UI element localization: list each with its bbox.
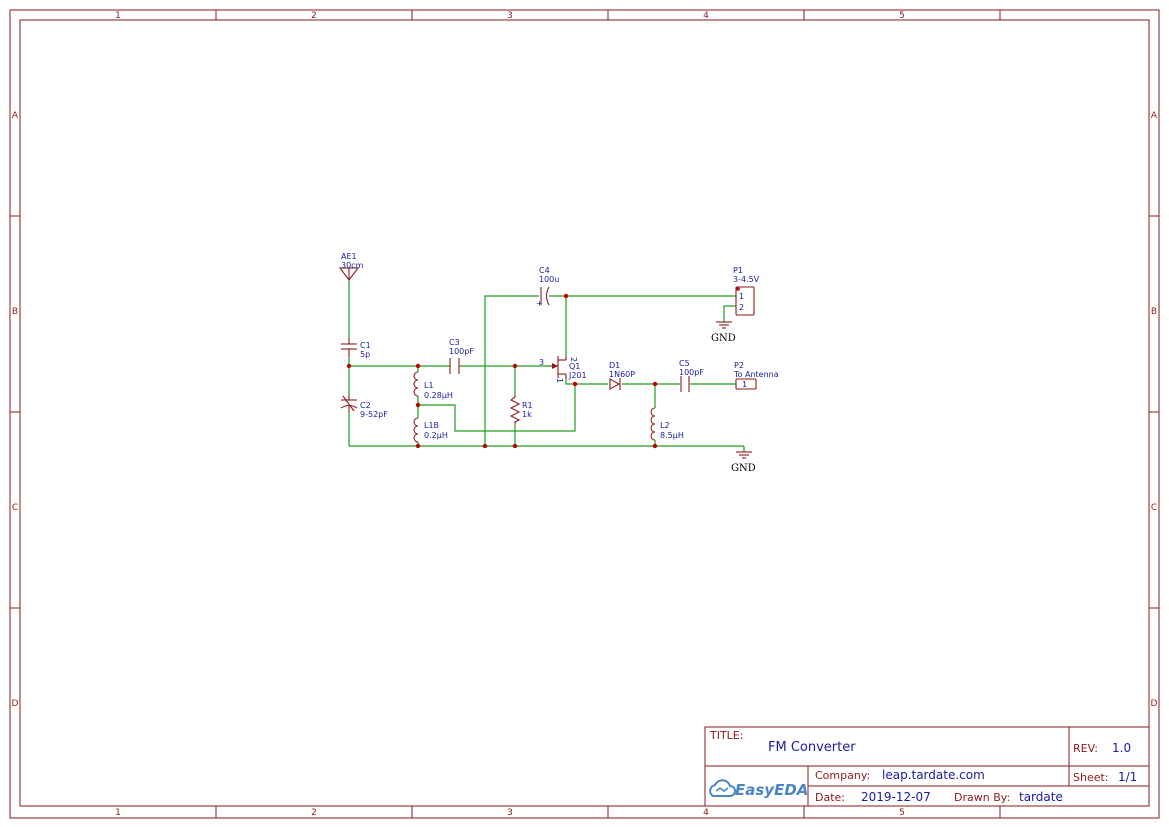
row-label-d-right: D [1151, 699, 1158, 709]
row-label-c-right: C [1151, 503, 1157, 513]
connector-p2: 1 P2 To Antenna [733, 361, 779, 390]
q1-value: J201 [568, 371, 587, 380]
cloud-icon [709, 779, 736, 797]
row-label-b: B [12, 307, 18, 317]
p1-pin2: 2 [739, 303, 744, 312]
date-value: 2019-12-07 [861, 790, 931, 804]
c4-value: 100u [539, 275, 559, 284]
inductor-l1: L1 0.28µH [413, 371, 453, 400]
drawn-by-key: Drawn By: [954, 791, 1010, 804]
c3-value: 100pF [449, 347, 474, 356]
c2-ref: C2 [360, 401, 371, 410]
junction [652, 443, 658, 449]
col-label-5: 5 [899, 11, 905, 21]
l1-ref: L1 [424, 381, 434, 390]
junction [512, 443, 518, 449]
d1-value: 1N60P [609, 370, 635, 379]
col-label-3: 3 [507, 11, 513, 21]
gnd-label: GND [711, 333, 736, 344]
p2-ref: P2 [734, 361, 744, 370]
col-label-1: 1 [115, 11, 121, 21]
company-key: Company: [815, 769, 870, 782]
c2-value: 9-52pF [360, 410, 388, 419]
junction [346, 363, 352, 369]
rev-value: 1.0 [1112, 741, 1131, 755]
variable-capacitor-c2: C2 9-52pF [340, 394, 388, 419]
l2-value: 8.5µH [660, 431, 684, 440]
ae1-value: 30cm [341, 261, 364, 270]
row-label-a: A [12, 111, 19, 121]
junction [652, 381, 658, 387]
junction [563, 293, 569, 299]
row-label-a-right: A [1151, 111, 1158, 121]
c1-value: 5p [360, 350, 370, 359]
row-label-b-right: B [1151, 307, 1157, 317]
col-label-2-bottom: 2 [311, 808, 317, 818]
junction [415, 443, 421, 449]
c5-value: 100pF [679, 368, 704, 377]
sheet-key: Sheet: [1073, 771, 1109, 784]
capacitor-c1: C1 5p [341, 338, 371, 359]
rev-key: REV: [1073, 742, 1098, 755]
c5-ref: C5 [679, 359, 690, 368]
d1-ref: D1 [609, 361, 620, 370]
col-label-4: 4 [703, 11, 709, 21]
document-title: FM Converter [768, 740, 856, 755]
row-label-c: C [12, 503, 18, 513]
col-label-3-bottom: 3 [507, 808, 513, 818]
company-value: leap.tardate.com [882, 768, 985, 782]
capacitor-c3: C3 100pF [449, 338, 474, 374]
title-key: TITLE: [709, 729, 743, 742]
drawn-by-value: tardate [1019, 790, 1063, 804]
easyeda-logo: EasyEDA [709, 779, 808, 799]
ae1-ref: AE1 [341, 252, 357, 261]
p1-pin1: 1 [739, 292, 744, 301]
junction [512, 363, 518, 369]
ground-symbol-p1: GND [711, 321, 736, 344]
l1-value: 0.28µH [424, 391, 453, 400]
q1-source-pin: 1 [555, 378, 564, 383]
junction [415, 402, 421, 408]
q1-gate-pin: 3 [539, 358, 544, 367]
date-key: Date: [815, 791, 845, 804]
logo-text: EasyEDA [735, 781, 808, 799]
inductor-l1b: L1B 0.2µH [413, 417, 448, 443]
junction [415, 363, 421, 369]
col-label-4-bottom: 4 [703, 808, 709, 818]
junction [572, 381, 578, 387]
connector-p1: 1 2 P1 3-4.5V [733, 266, 760, 316]
diode-d1: D1 1N60P [609, 361, 635, 390]
c1-ref: C1 [360, 341, 371, 350]
p2-pin1: 1 [742, 380, 747, 389]
junction [482, 443, 488, 449]
drawing-frame: 1 2 3 4 5 1 2 3 4 5 A B C D A B C D [9, 9, 1160, 819]
l1b-value: 0.2µH [424, 431, 448, 440]
schematic-sheet: 1 2 3 4 5 1 2 3 4 5 A B C D A B C D AE1 … [9, 9, 1160, 819]
gnd-label: GND [731, 463, 756, 474]
title-block: TITLE: FM Converter REV: 1.0 Company: le… [704, 726, 1150, 807]
p1-ref: P1 [733, 266, 743, 275]
l2-ref: L2 [660, 421, 670, 430]
ground-symbol-main: GND [731, 451, 756, 474]
r1-value: 1k [522, 410, 532, 419]
antenna-ae1: AE1 30cm [338, 252, 364, 281]
row-label-d: D [12, 699, 19, 709]
col-label-5-bottom: 5 [899, 808, 905, 818]
col-label-1-bottom: 1 [115, 808, 121, 818]
c3-ref: C3 [449, 338, 460, 347]
col-label-2: 2 [311, 11, 317, 21]
sheet-value: 1/1 [1118, 770, 1137, 784]
q1-ref: Q1 [569, 362, 580, 371]
inductor-l2: L2 8.5µH [650, 407, 684, 441]
l1b-ref: L1B [424, 421, 439, 430]
p2-value: To Antenna [733, 370, 779, 379]
capacitor-c4: + C4 100u [536, 266, 559, 308]
capacitor-c5: C5 100pF [679, 359, 704, 392]
resistor-r1: R1 1k [509, 394, 533, 424]
c4-ref: C4 [539, 266, 550, 275]
p1-value: 3-4.5V [733, 275, 760, 284]
c4-polarity: + [536, 299, 543, 308]
jfet-q1: 3 2 1 Q1 J201 [539, 356, 587, 383]
r1-ref: R1 [522, 401, 533, 410]
